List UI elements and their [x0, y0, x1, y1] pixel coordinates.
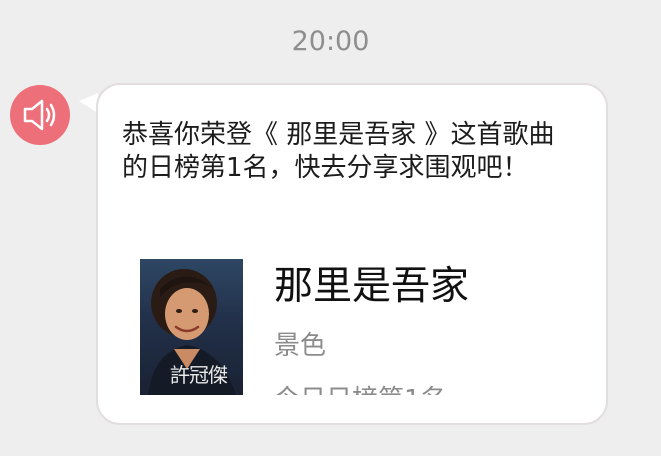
album-cover[interactable]: 許冠傑: [140, 259, 243, 395]
sender-avatar[interactable]: [10, 85, 70, 145]
album-cover-label: 許冠傑: [170, 363, 228, 387]
song-rank: 今日日榜第1名: [274, 383, 447, 395]
song-artist: 景色: [274, 331, 327, 361]
message-bubble[interactable]: 恭喜你荣登《 那里是吾家 》这首歌曲的日榜第1名，快去分享求围观吧！ 許冠傑 那…: [96, 83, 608, 425]
speaker-icon: [23, 99, 56, 131]
song-card[interactable]: 許冠傑 那里是吾家 景色 今日日榜第1名: [98, 85, 606, 395]
song-title: 那里是吾家: [274, 264, 470, 309]
message-timestamp: 20:00: [291, 26, 370, 57]
